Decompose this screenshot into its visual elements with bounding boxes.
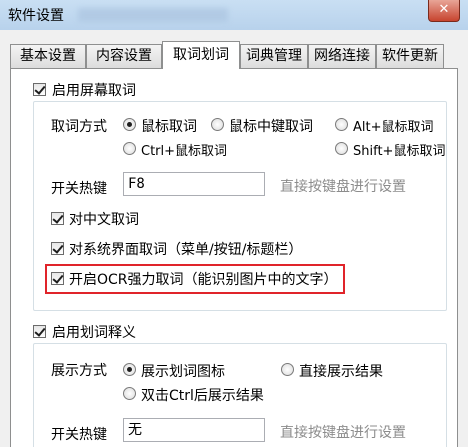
tab-panel: 启用屏幕取词 取词方式 鼠标取词 鼠标中键取词 Alt+鼠标取词 Ctrl+鼠标… [10, 68, 458, 447]
radio-shift-mouse-capture[interactable] [335, 142, 348, 155]
tab-capture-selection[interactable]: 取词划词 [162, 41, 240, 69]
capture-hotkey-hint: 直接按键盘进行设置 [280, 179, 406, 195]
selection-hotkey-hint: 直接按键盘进行设置 [280, 425, 406, 441]
enable-screen-capture-checkbox[interactable] [33, 83, 46, 96]
radio-alt-mouse-capture-label: Alt+鼠标取词 [353, 120, 434, 135]
radio-double-ctrl[interactable] [123, 387, 136, 400]
radio-shift-mouse-capture-label: Shift+鼠标取词 [353, 144, 446, 159]
radio-double-ctrl-label: 双击Ctrl后展示结果 [141, 388, 264, 404]
enable-screen-capture-label: 启用屏幕取词 [52, 83, 136, 99]
radio-alt-mouse-capture[interactable] [335, 118, 348, 131]
close-button[interactable]: ✕ [428, 0, 460, 22]
radio-middle-button-capture-label: 鼠标中键取词 [229, 119, 313, 135]
settings-window: 软件设置 ✕ 基本设置 内容设置 取词划词 词典管理 网络连接 软件更新 启用屏… [0, 0, 468, 447]
radio-show-result-label: 直接展示结果 [299, 364, 383, 380]
window-title: 软件设置 [8, 8, 64, 24]
selection-hotkey-input[interactable]: 无 [123, 418, 265, 442]
capture-mode-label: 取词方式 [51, 119, 107, 135]
radio-middle-button-capture[interactable] [211, 118, 224, 131]
blurred-title-area [78, 8, 228, 22]
selection-group: 展示方式 展示划词图标 直接展示结果 双击Ctrl后展示结果 开关热键 无 直接… [33, 343, 447, 447]
tab-software-update[interactable]: 软件更新 [376, 44, 444, 68]
radio-show-icon[interactable] [123, 363, 136, 376]
title-bar: 软件设置 ✕ [0, 0, 468, 30]
enable-selection-checkbox[interactable] [33, 325, 46, 338]
radio-ctrl-mouse-capture-label: Ctrl+鼠标取词 [141, 144, 228, 159]
tab-content-settings[interactable]: 内容设置 [86, 44, 162, 68]
enable-selection-label: 启用划词释义 [52, 325, 136, 341]
chinese-capture-checkbox[interactable] [51, 212, 64, 225]
radio-ctrl-mouse-capture[interactable] [123, 142, 136, 155]
radio-show-result[interactable] [281, 363, 294, 376]
radio-show-icon-label: 展示划词图标 [141, 364, 225, 380]
chinese-capture-label: 对中文取词 [69, 212, 139, 228]
capture-hotkey-input[interactable]: F8 [123, 172, 265, 196]
system-ui-capture-checkbox[interactable] [51, 242, 64, 255]
screen-capture-group: 取词方式 鼠标取词 鼠标中键取词 Alt+鼠标取词 Ctrl+鼠标取词 Shif… [33, 101, 447, 311]
tab-network[interactable]: 网络连接 [308, 44, 376, 68]
tab-dictionary-management[interactable]: 词典管理 [240, 44, 308, 68]
radio-mouse-capture-label: 鼠标取词 [141, 119, 197, 135]
capture-hotkey-label: 开关热键 [51, 181, 107, 197]
radio-mouse-capture[interactable] [123, 118, 136, 131]
selection-hotkey-label: 开关热键 [51, 427, 107, 443]
ocr-capture-label: 开启OCR强力取词（能识别图片中的文字） [69, 272, 338, 288]
system-ui-capture-label: 对系统界面取词（菜单/按钮/标题栏） [69, 242, 303, 258]
ocr-capture-checkbox[interactable] [51, 272, 64, 285]
tab-basic-settings[interactable]: 基本设置 [10, 44, 86, 68]
display-mode-label: 展示方式 [51, 363, 107, 379]
